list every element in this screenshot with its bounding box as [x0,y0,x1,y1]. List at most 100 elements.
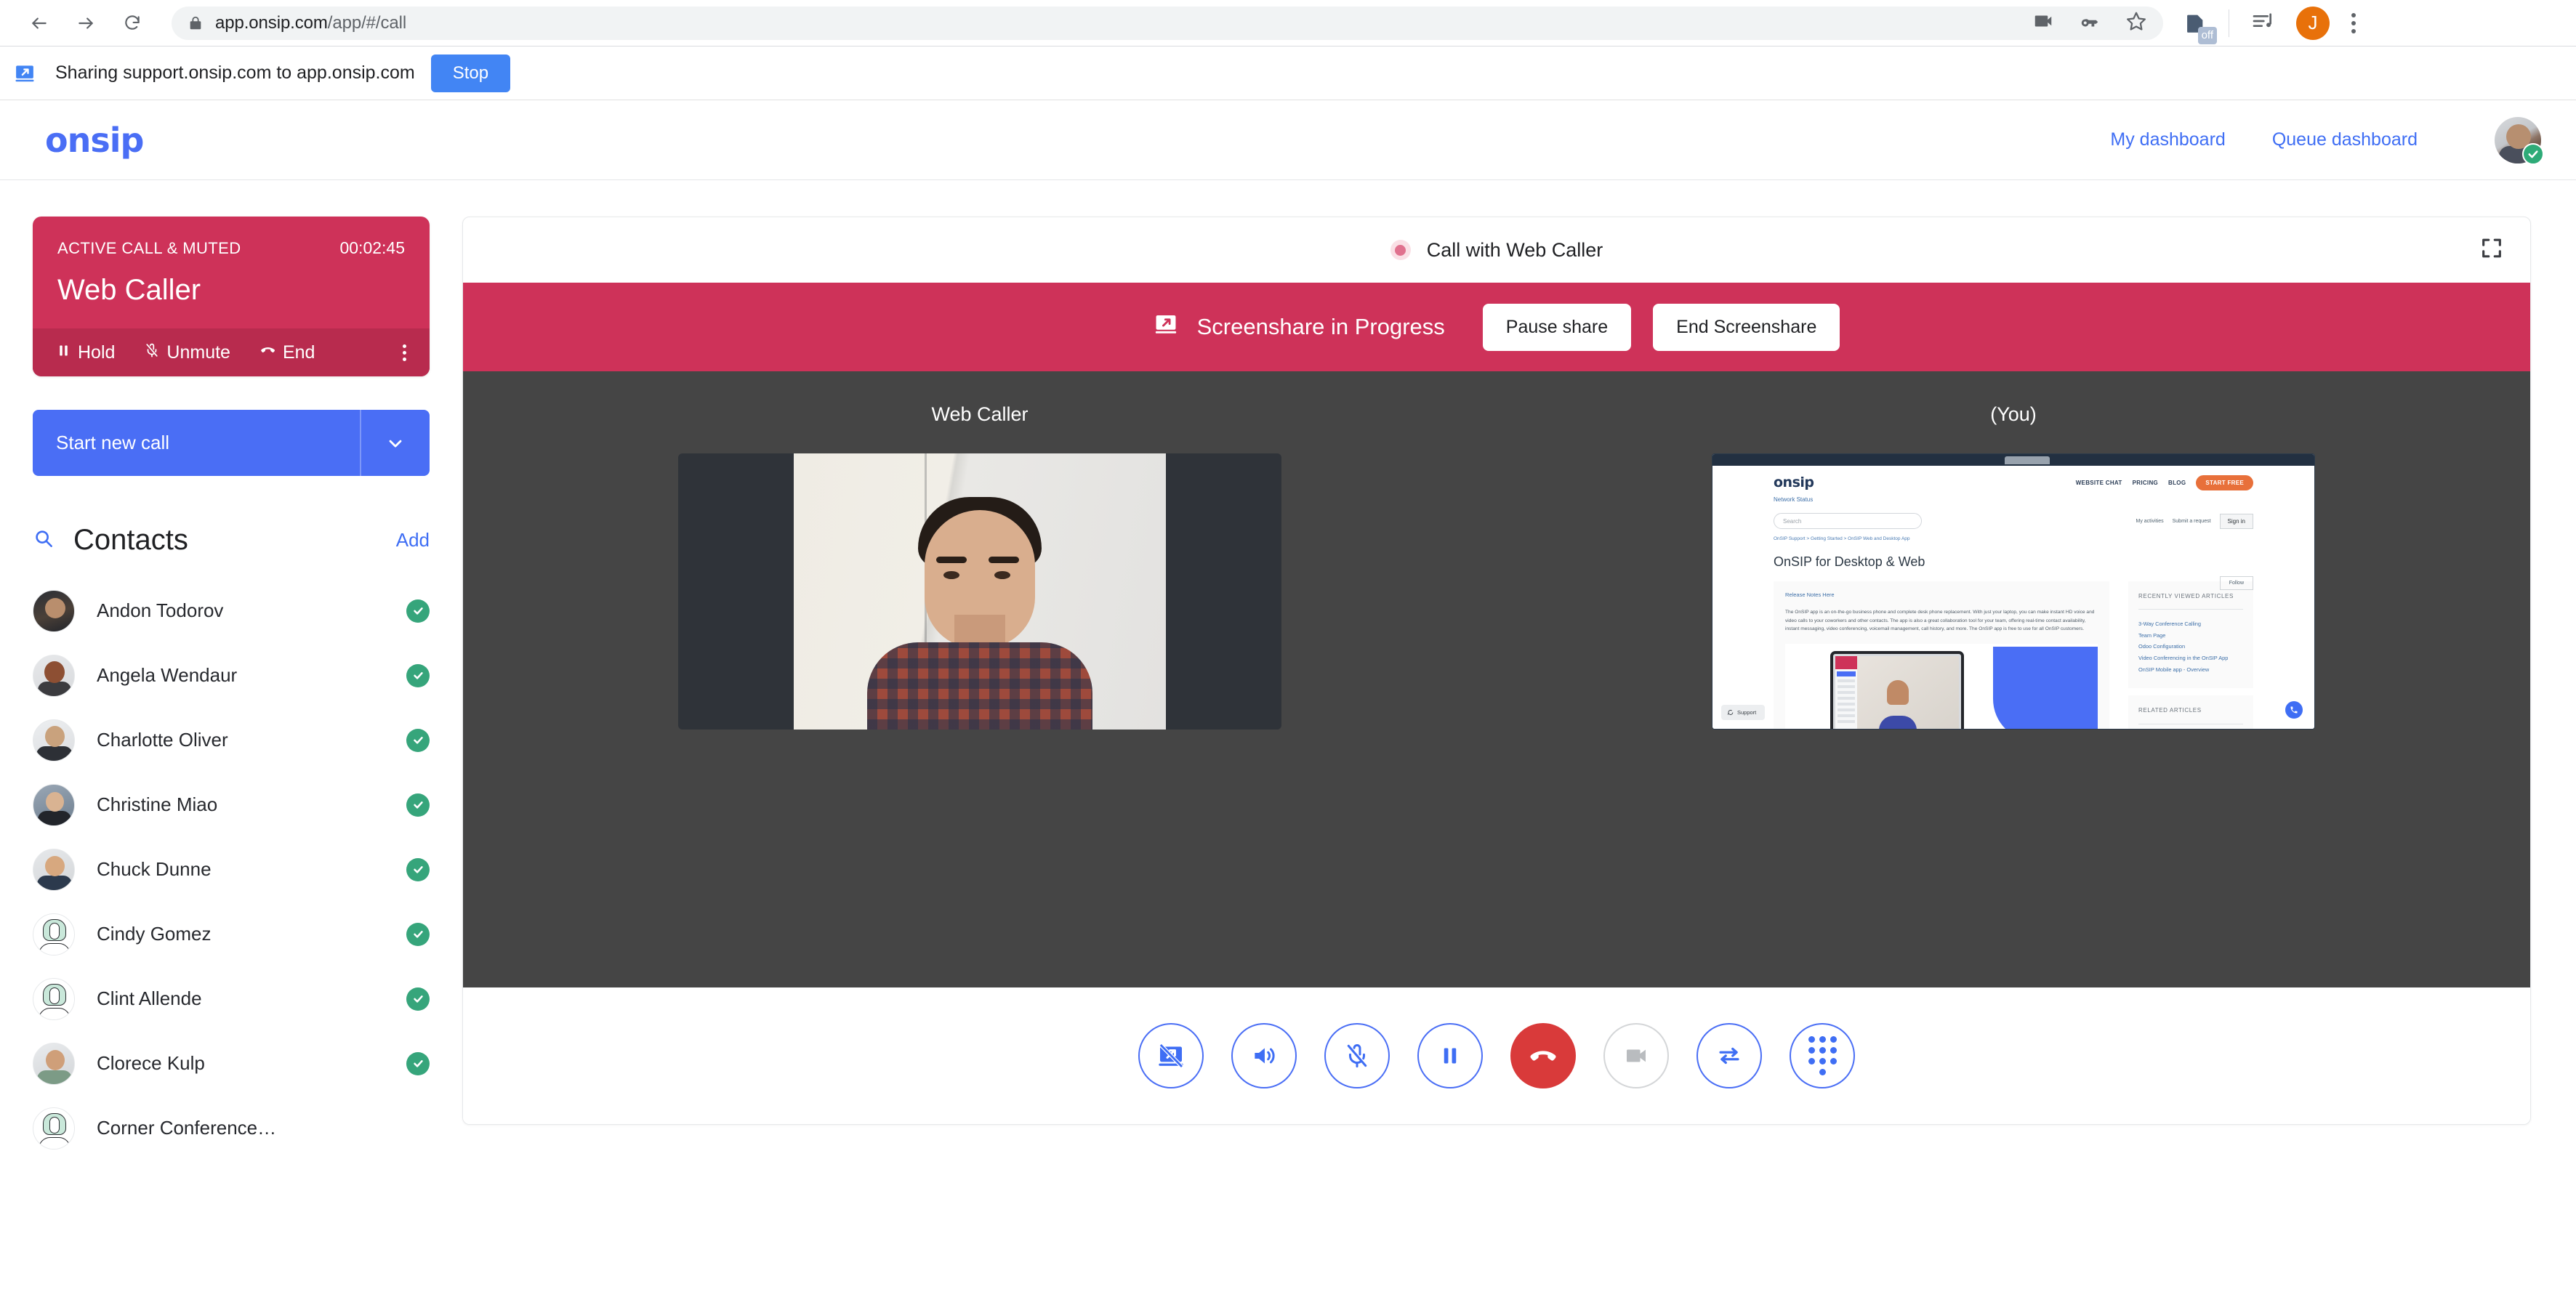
screenshare-notification-bar: Sharing support.onsip.com to app.onsip.c… [0,47,2576,100]
available-check-icon [2522,143,2544,165]
chrome-menu-icon[interactable] [2351,13,2356,33]
call-panel-title-group: Call with Web Caller [1390,239,1603,262]
app-header: onsip My dashboard Queue dashboard [0,100,2576,180]
end-screenshare-button[interactable]: End Screenshare [1653,304,1840,351]
shared-nav-pricing: PRICING [2133,480,2158,486]
list-item[interactable]: Clorece Kulp [33,1031,430,1096]
pause-icon [56,342,71,363]
participant-label: (You) [1990,403,2037,426]
shared-submit-request: Submit a request [2173,519,2211,524]
hold-button[interactable]: Hold [56,342,115,363]
keypad-button[interactable] [1790,1023,1855,1088]
list-item[interactable]: Christine Miao [33,772,430,837]
active-call-card: ACTIVE CALL & MUTED 00:02:45 Web Caller … [33,217,430,376]
remote-video-tile[interactable] [678,453,1281,730]
shared-follow-button: Follow [2220,576,2253,590]
status-badge [406,793,430,817]
avatar[interactable] [2495,117,2541,163]
start-new-call-button[interactable]: Start new call [33,410,360,476]
list-item[interactable]: Corner Conference… [33,1096,430,1160]
avatar [33,1043,75,1085]
shared-my-activities: My activities [2136,519,2163,524]
more-vertical-icon[interactable] [403,344,406,361]
fullscreen-icon[interactable] [2479,236,2504,264]
nav-my-dashboard[interactable]: My dashboard [2110,129,2225,150]
shared-support-widget: Support [1721,705,1765,720]
contact-name: Cindy Gomez [97,923,212,945]
list-item[interactable]: Andon Todorov [33,578,430,643]
contact-list: Andon Todorov Angela Wendaur Charlotte O… [33,578,430,1160]
browser-toolbar: app.onsip.com/app/#/call off J [0,0,2576,47]
participant-local: (You) onsip WEBSITE CHAT PRICING BLOG ST… [1497,403,2530,987]
screenshare-banner: Screenshare in Progress Pause share End … [463,283,2530,371]
end-call-button[interactable] [1510,1023,1576,1088]
call-party-name: Web Caller [57,274,405,307]
shared-columns: Release Notes Here The OnSIP app is an o… [1774,581,2253,730]
onsip-logo[interactable]: onsip [45,121,143,160]
contact-name: Clint Allende [97,987,202,1010]
add-contact-button[interactable]: Add [396,529,430,552]
active-call-dot-icon [1390,240,1411,260]
media-playlist-icon[interactable] [2251,9,2274,36]
list-item[interactable]: Chuck Dunne [33,837,430,902]
video-camera-icon[interactable] [2032,10,2054,36]
back-arrow-icon[interactable] [19,3,60,44]
forward-arrow-icon[interactable] [65,3,106,44]
pause-share-button[interactable]: Pause share [1483,304,1631,351]
lock-icon [188,15,204,31]
shared-release-notes-link: Release Notes Here [1785,591,2098,598]
reload-icon[interactable] [112,3,153,44]
status-badge [406,1052,430,1075]
shared-related-articles: RELATED ARTICLES OnSIP for Desktop & Web… [2128,695,2253,730]
password-key-icon[interactable] [2079,10,2101,36]
omnibox-icons [2032,10,2147,36]
unmute-button[interactable]: Unmute [144,342,230,363]
video-stage: Web Caller [463,371,2530,987]
browser-profile-avatar[interactable]: J [2296,7,2330,40]
hold-button[interactable] [1417,1023,1483,1088]
active-call-actions: Hold Unmute End [33,328,430,376]
end-call-button[interactable]: End [259,342,315,363]
mic-off-icon [144,342,160,363]
sharing-message: Sharing support.onsip.com to app.onsip.c… [55,62,415,84]
contacts-header: Contacts Add [33,524,430,559]
video-button [1603,1023,1669,1088]
chevron-down-icon[interactable] [360,410,430,476]
call-controls [463,987,2530,1124]
shared-rv-link: 3-Way Conference Calling [2138,618,2243,630]
stop-sharing-button[interactable]: Stop [431,54,510,92]
search-icon[interactable] [33,528,55,553]
contact-name: Corner Conference… [97,1117,276,1139]
list-item[interactable]: Charlotte Oliver [33,708,430,772]
hangup-icon [259,342,276,363]
avatar [33,590,75,632]
shared-start-free-button: START FREE [2196,475,2253,490]
nav-queue-dashboard[interactable]: Queue dashboard [2272,129,2418,150]
bookmark-star-icon[interactable] [2125,10,2147,36]
dialpad-icon [1808,1036,1837,1075]
avatar [33,784,75,826]
stop-screenshare-button[interactable] [1138,1023,1204,1088]
shared-network-status: Network Status [1774,496,2253,503]
local-screenshare-tile[interactable]: onsip WEBSITE CHAT PRICING BLOG START FR… [1712,453,2315,730]
extension-icon[interactable]: off [2182,11,2207,36]
sidebar: ACTIVE CALL & MUTED 00:02:45 Web Caller … [0,180,462,1305]
shared-article-image [1785,644,2098,730]
list-item[interactable]: Cindy Gomez [33,902,430,966]
list-item[interactable]: Angela Wendaur [33,643,430,708]
shared-nav-links: WEBSITE CHAT PRICING BLOG START FREE [2076,475,2253,490]
mute-button[interactable] [1324,1023,1390,1088]
transfer-button[interactable] [1696,1023,1762,1088]
address-bar[interactable]: app.onsip.com/app/#/call [172,7,2163,40]
speaker-button[interactable] [1231,1023,1297,1088]
shared-nav-website-chat: WEBSITE CHAT [2076,480,2122,486]
avatar [33,978,75,1020]
shared-laptop-graphic [1830,651,1964,730]
list-item[interactable]: Clint Allende [33,966,430,1031]
avatar [33,849,75,891]
contact-name: Angela Wendaur [97,664,237,687]
shared-onsip-logo: onsip [1774,474,1814,490]
status-badge [406,729,430,752]
status-badge [406,599,430,623]
contact-name: Christine Miao [97,793,217,816]
